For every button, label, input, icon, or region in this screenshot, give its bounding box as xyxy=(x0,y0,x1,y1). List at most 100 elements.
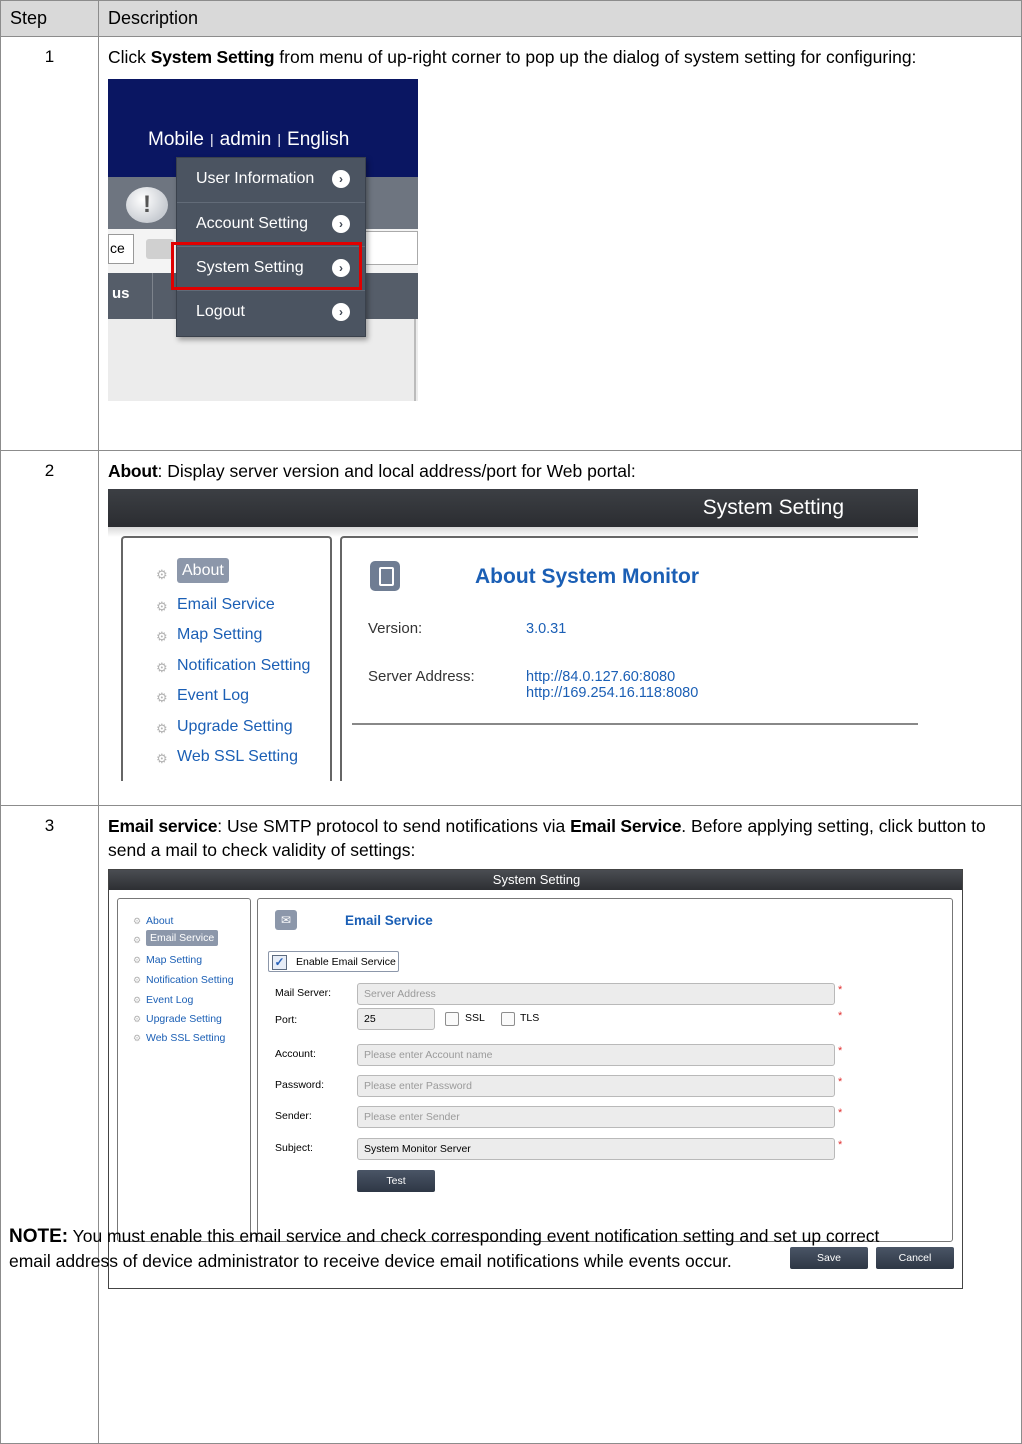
mail-icon: ✉ xyxy=(275,910,297,930)
test-button[interactable]: Test xyxy=(357,1170,435,1192)
port-label: Port: xyxy=(275,1014,298,1026)
partial-button[interactable]: ce xyxy=(108,234,134,264)
chevron-right-icon: › xyxy=(332,303,350,321)
panel-edge xyxy=(414,319,416,401)
printer-icon[interactable] xyxy=(146,239,174,259)
required-mark: * xyxy=(838,1107,843,1119)
gear-icon: ⚙ xyxy=(156,751,168,766)
required-mark: * xyxy=(838,1045,843,1057)
tls-checkbox[interactable] xyxy=(501,1012,515,1026)
mail-server-label: Mail Server: xyxy=(275,987,332,999)
gear-icon: ⚙ xyxy=(133,1033,142,1043)
sender-input[interactable]: Please enter Sender xyxy=(357,1106,835,1128)
settings-nav: ⚙ About ⚙ Email Service ⚙ Map Setting ⚙ … xyxy=(117,898,251,1242)
nav-item-event-log[interactable]: Event Log xyxy=(146,994,193,1006)
search-input[interactable] xyxy=(360,231,418,265)
top-nav: Mobile | admin | English xyxy=(148,129,350,150)
nav-item-map-setting[interactable]: Map Setting xyxy=(177,626,262,644)
checkmark-icon: ✓ xyxy=(272,955,287,970)
menu-item-account-setting[interactable]: Account Setting › xyxy=(177,202,365,247)
password-label: Password: xyxy=(275,1079,325,1091)
nav-item-email-service[interactable]: Email Service xyxy=(146,930,219,946)
nav-item-event-log[interactable]: Event Log xyxy=(177,687,249,705)
step-3-description: Email service: Use SMTP protocol to send… xyxy=(98,805,1022,1444)
nav-item-email-service[interactable]: Email Service xyxy=(177,596,275,614)
user-menu-screenshot: Mobile | admin | English ! ce us User Inform… xyxy=(108,79,418,401)
gear-icon: ⚙ xyxy=(133,955,142,965)
partial-tab-label[interactable]: us xyxy=(112,285,130,302)
tab-divider xyxy=(152,273,153,319)
nav-item-upgrade-setting[interactable]: Upgrade Setting xyxy=(177,718,293,736)
ssl-checkbox[interactable] xyxy=(445,1012,459,1026)
dialog-titlebar: System Setting xyxy=(108,489,918,527)
step-number: 2 xyxy=(0,450,99,806)
settings-nav: ⚙ About ⚙ Email Service ⚙ Map Setting ⚙ … xyxy=(121,536,332,781)
account-input[interactable]: Please enter Account name xyxy=(357,1044,835,1066)
menu-item-user-information[interactable]: User Information › xyxy=(177,158,365,202)
enable-email-checkbox[interactable]: ✓ Enable Email Service xyxy=(268,951,399,972)
subject-input[interactable]: System Monitor Server xyxy=(357,1138,835,1160)
required-mark: * xyxy=(838,984,843,996)
step-2-text: About: Display server version and local … xyxy=(108,461,636,481)
tls-label: TLS xyxy=(520,1012,540,1024)
note-text: You must enable this email service and c… xyxy=(9,1226,880,1271)
ssl-label: SSL xyxy=(465,1012,485,1024)
version-label: Version: xyxy=(368,620,423,637)
subject-label: Subject: xyxy=(275,1142,313,1154)
port-input[interactable]: 25 xyxy=(357,1008,435,1030)
step-2-description: About: Display server version and local … xyxy=(98,450,1022,806)
header-description: Description xyxy=(98,0,1022,37)
gear-icon: ⚙ xyxy=(156,599,168,614)
note-paragraph: NOTE: You must enable this email service… xyxy=(9,1224,919,1273)
nav-item-map-setting[interactable]: Map Setting xyxy=(146,954,202,966)
account-label: Account: xyxy=(275,1048,316,1060)
gear-icon: ⚙ xyxy=(156,629,168,644)
gear-icon: ⚙ xyxy=(133,1014,142,1024)
step-1-text: Click System Setting from menu of up-rig… xyxy=(108,47,917,67)
alert-bubble-icon[interactable]: ! xyxy=(126,187,168,223)
gear-icon: ⚙ xyxy=(156,660,168,675)
step-number: 3 xyxy=(0,805,99,1444)
gear-icon: ⚙ xyxy=(133,975,142,985)
chevron-right-icon: › xyxy=(332,215,350,233)
required-mark: * xyxy=(838,1010,843,1022)
nav-item-about[interactable]: About xyxy=(146,915,173,927)
nav-item-notification-setting[interactable]: Notification Setting xyxy=(177,657,310,675)
mail-server-input[interactable]: Server Address xyxy=(357,983,835,1005)
document-icon xyxy=(370,561,400,591)
note-label: NOTE: xyxy=(9,1226,69,1247)
gear-icon: ⚙ xyxy=(156,690,168,705)
gear-icon: ⚙ xyxy=(133,995,142,1005)
nav-item-web-ssl-setting[interactable]: Web SSL Setting xyxy=(146,1032,225,1044)
nav-item-web-ssl-setting[interactable]: Web SSL Setting xyxy=(177,748,298,766)
mobile-link[interactable]: Mobile xyxy=(148,129,204,150)
header-step: Step xyxy=(0,0,99,37)
step-number: 1 xyxy=(0,36,99,451)
server-address-1: http://84.0.127.60:8080 xyxy=(526,669,676,685)
nav-item-about[interactable]: About xyxy=(177,558,229,583)
password-input[interactable]: Please enter Password xyxy=(357,1075,835,1097)
gear-icon: ⚙ xyxy=(156,567,168,582)
server-address-2: http://169.254.16.118:8080 xyxy=(526,685,699,701)
divider xyxy=(352,723,918,725)
system-setting-highlight xyxy=(171,242,362,290)
nav-item-upgrade-setting[interactable]: Upgrade Setting xyxy=(146,1013,222,1025)
menu-item-logout[interactable]: Logout › xyxy=(177,290,365,335)
gear-icon: ⚙ xyxy=(133,935,142,945)
gear-icon: ⚙ xyxy=(133,916,142,926)
required-mark: * xyxy=(838,1139,843,1151)
step-1-description: Click System Setting from menu of up-rig… xyxy=(98,36,1022,451)
nav-item-notification-setting[interactable]: Notification Setting xyxy=(146,974,234,986)
required-mark: * xyxy=(838,1076,843,1088)
language-link[interactable]: English xyxy=(287,129,349,150)
gear-icon: ⚙ xyxy=(156,721,168,736)
dialog-title: System Setting xyxy=(702,496,844,519)
chevron-right-icon: › xyxy=(332,170,350,188)
sender-label: Sender: xyxy=(275,1110,312,1122)
dialog-title: System Setting xyxy=(109,870,962,890)
version-value: 3.0.31 xyxy=(526,621,567,637)
step-3-text: Email service: Use SMTP protocol to send… xyxy=(108,816,986,860)
server-address-label: Server Address: xyxy=(368,668,475,685)
about-screenshot: System Setting ⚙ About ⚙ Email Service ⚙… xyxy=(108,489,918,781)
admin-menu-trigger[interactable]: admin xyxy=(220,129,272,150)
